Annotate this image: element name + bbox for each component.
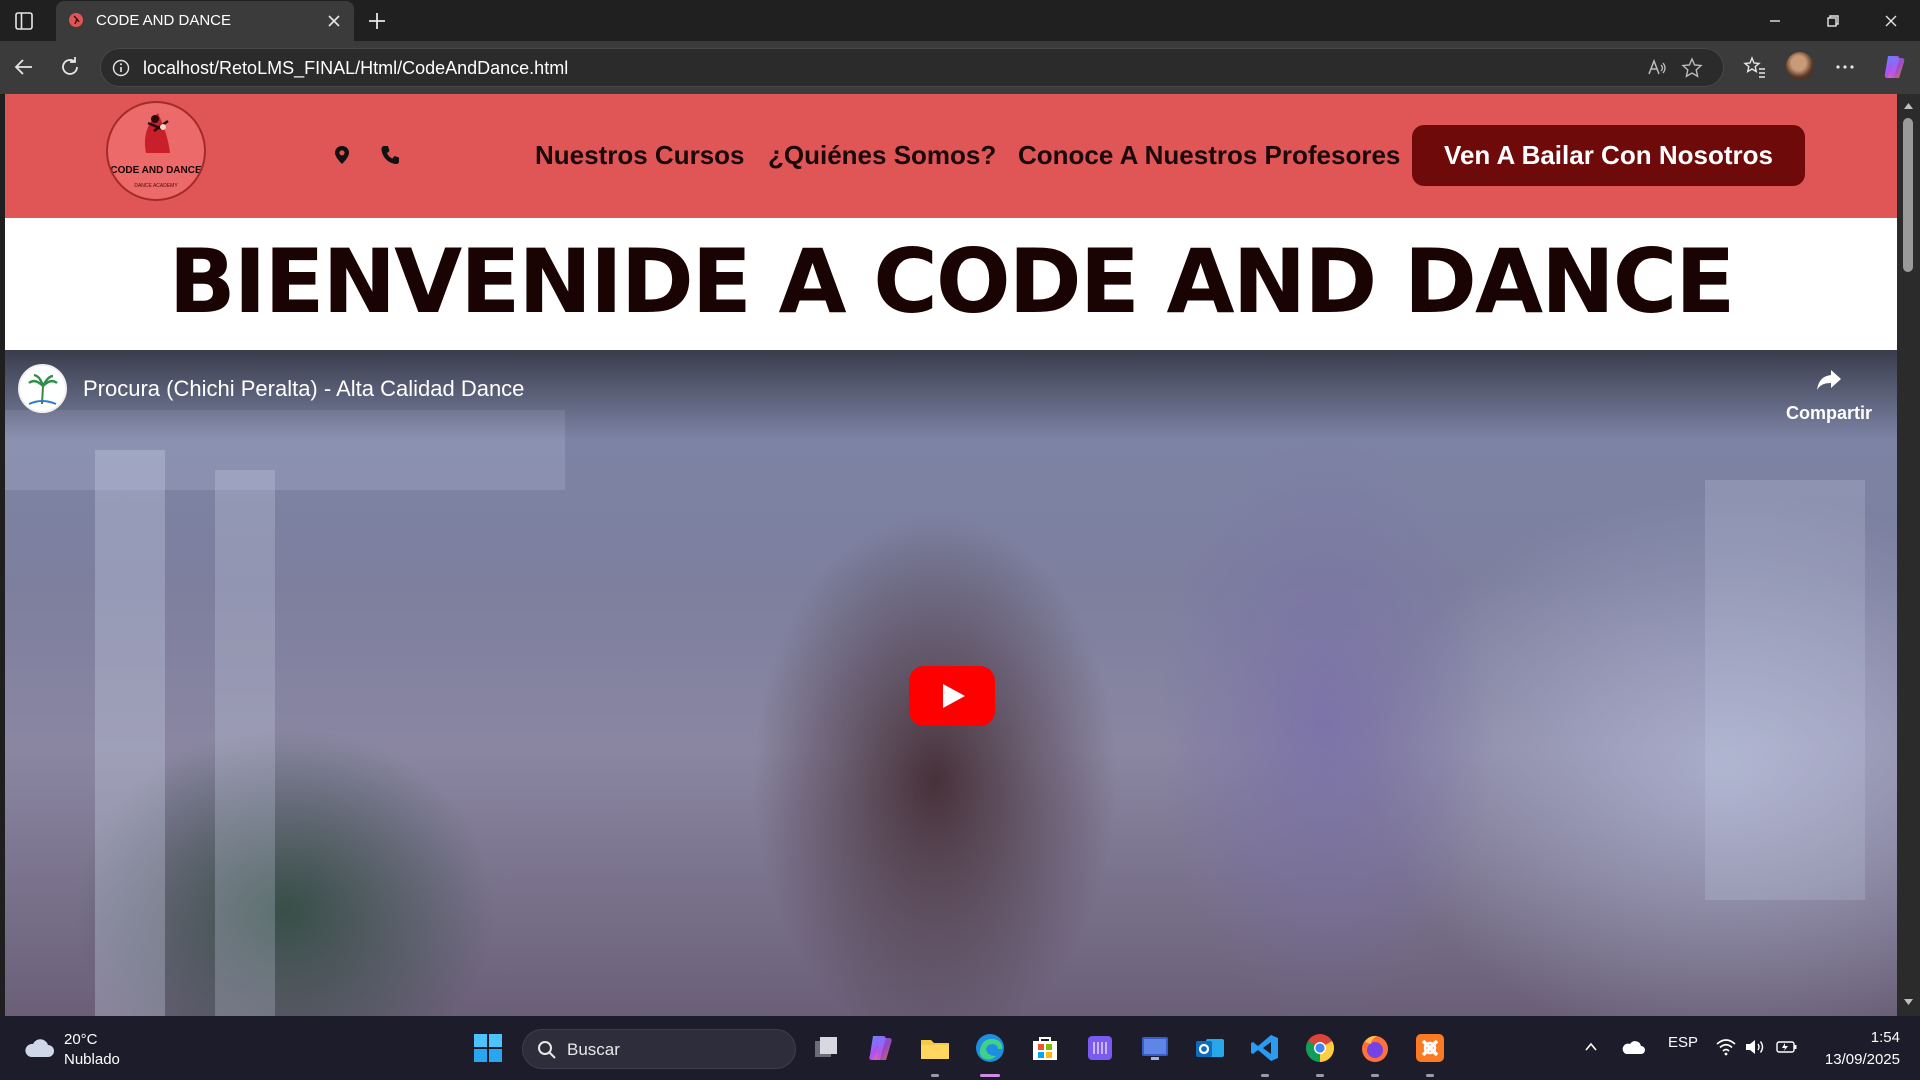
clock-time[interactable]: 1:54 bbox=[1860, 1029, 1900, 1046]
xampp-icon[interactable] bbox=[1414, 1032, 1446, 1064]
cta-button[interactable]: Ven A Bailar Con Nosotros bbox=[1412, 125, 1805, 186]
minimize-icon[interactable] bbox=[1762, 8, 1788, 34]
active-indicator bbox=[980, 1074, 1000, 1077]
chevron-up-icon[interactable] bbox=[1583, 1039, 1599, 1055]
taskbar-search[interactable]: Buscar bbox=[522, 1029, 796, 1069]
windows-taskbar: 20°C Nublado Buscar ESP 1:54 13/09/2025 bbox=[0, 1016, 1920, 1080]
site-logo[interactable]: CODE AND DANCE DANCE ACADEMY bbox=[106, 101, 206, 201]
site-header: CODE AND DANCE DANCE ACADEMY Nuestros Cu… bbox=[5, 94, 1897, 218]
location-pin-icon[interactable] bbox=[331, 144, 353, 166]
profile-avatar[interactable] bbox=[1786, 52, 1814, 80]
refresh-icon[interactable] bbox=[57, 54, 83, 80]
page-scrollbar[interactable] bbox=[1897, 94, 1920, 1016]
close-tab-icon[interactable] bbox=[322, 9, 346, 33]
nav-link-profesores[interactable]: Conoce A Nuestros Profesores bbox=[1018, 140, 1400, 171]
hero-title: BIENVENIDE A CODE AND DANCE bbox=[168, 230, 1736, 333]
notepad-app-icon[interactable] bbox=[1084, 1032, 1116, 1064]
dancers-logo-icon bbox=[144, 113, 170, 153]
url-text: localhost/RetoLMS_FINAL/Html/CodeAndDanc… bbox=[143, 58, 569, 78]
nav-link-cursos[interactable]: Nuestros Cursos bbox=[535, 140, 745, 171]
language-indicator[interactable]: ESP bbox=[1668, 1034, 1698, 1051]
palm-tree-icon bbox=[22, 368, 63, 409]
running-indicator bbox=[1426, 1074, 1434, 1077]
more-options-icon[interactable] bbox=[1832, 54, 1858, 80]
read-aloud-icon[interactable] bbox=[1646, 57, 1668, 79]
browser-tab[interactable]: CODE AND DANCE bbox=[56, 1, 354, 41]
share-label: Compartir bbox=[1785, 403, 1872, 423]
restore-icon[interactable] bbox=[1820, 8, 1846, 34]
file-explorer-icon[interactable] bbox=[919, 1032, 951, 1064]
weather-temperature: 20°C bbox=[64, 1031, 98, 1048]
chrome-icon[interactable] bbox=[1304, 1032, 1336, 1064]
outlook-icon[interactable] bbox=[1194, 1032, 1226, 1064]
battery-icon[interactable] bbox=[1776, 1039, 1798, 1055]
address-bar[interactable]: localhost/RetoLMS_FINAL/Html/CodeAndDanc… bbox=[100, 48, 1724, 87]
logo-text: CODE AND DANCE bbox=[110, 165, 202, 176]
embedded-video[interactable]: Procura (Chichi Peralta) - Alta Calidad … bbox=[5, 350, 1897, 1016]
running-indicator bbox=[1316, 1074, 1324, 1077]
scroll-down-icon[interactable] bbox=[1903, 998, 1914, 1006]
firefox-icon[interactable] bbox=[1359, 1032, 1391, 1064]
scrollbar-thumb[interactable] bbox=[1903, 118, 1913, 272]
browser-tab-bar: CODE AND DANCE bbox=[0, 0, 1920, 41]
windows-start-icon[interactable] bbox=[472, 1032, 504, 1064]
video-title[interactable]: Procura (Chichi Peralta) - Alta Calidad … bbox=[83, 376, 524, 402]
tab-title: CODE AND DANCE bbox=[96, 12, 232, 29]
clock-date[interactable]: 13/09/2025 bbox=[1808, 1051, 1900, 1068]
logo-subtext: DANCE ACADEMY bbox=[134, 183, 178, 189]
favorite-star-icon[interactable] bbox=[1681, 57, 1703, 79]
running-indicator bbox=[1371, 1074, 1379, 1077]
search-placeholder: Buscar bbox=[567, 1040, 620, 1059]
favorites-icon[interactable] bbox=[1742, 54, 1768, 80]
weather-description: Nublado bbox=[64, 1051, 120, 1068]
close-window-icon[interactable] bbox=[1878, 8, 1904, 34]
background-building bbox=[1705, 480, 1865, 900]
share-arrow-icon bbox=[1817, 370, 1841, 390]
browser-toolbar: localhost/RetoLMS_FINAL/Html/CodeAndDanc… bbox=[0, 41, 1920, 94]
channel-avatar[interactable] bbox=[18, 364, 67, 413]
microsoft-store-icon[interactable] bbox=[1029, 1032, 1061, 1064]
search-icon bbox=[538, 1041, 556, 1059]
share-button[interactable]: Compartir bbox=[1784, 368, 1874, 438]
back-icon[interactable] bbox=[11, 54, 37, 80]
site-favicon-icon bbox=[69, 13, 83, 27]
volume-icon[interactable] bbox=[1744, 1038, 1766, 1056]
sidebar-toggle-icon[interactable] bbox=[12, 9, 36, 33]
cloud-weather-icon[interactable] bbox=[22, 1035, 56, 1061]
wifi-icon[interactable] bbox=[1716, 1038, 1736, 1056]
nav-link-quienes-somos[interactable]: ¿Quiénes Somos? bbox=[768, 140, 996, 171]
new-tab-icon[interactable] bbox=[364, 8, 390, 34]
phone-icon[interactable] bbox=[379, 144, 401, 166]
vscode-icon[interactable] bbox=[1249, 1032, 1281, 1064]
edge-browser-icon[interactable] bbox=[974, 1032, 1006, 1064]
scroll-up-icon[interactable] bbox=[1903, 102, 1914, 110]
youtube-play-button-icon[interactable] bbox=[909, 666, 995, 726]
site-info-icon[interactable] bbox=[112, 59, 130, 77]
background-column bbox=[215, 470, 275, 1016]
copilot-app-icon[interactable] bbox=[864, 1032, 896, 1064]
remote-desktop-icon[interactable] bbox=[1139, 1032, 1171, 1064]
running-indicator bbox=[1261, 1074, 1269, 1077]
web-page: CODE AND DANCE DANCE ACADEMY Nuestros Cu… bbox=[5, 94, 1897, 1016]
onedrive-cloud-icon[interactable] bbox=[1621, 1038, 1645, 1056]
running-indicator bbox=[931, 1074, 939, 1077]
copilot-icon[interactable] bbox=[1879, 52, 1909, 82]
background-column bbox=[95, 450, 165, 1016]
task-view-icon[interactable] bbox=[810, 1032, 842, 1064]
